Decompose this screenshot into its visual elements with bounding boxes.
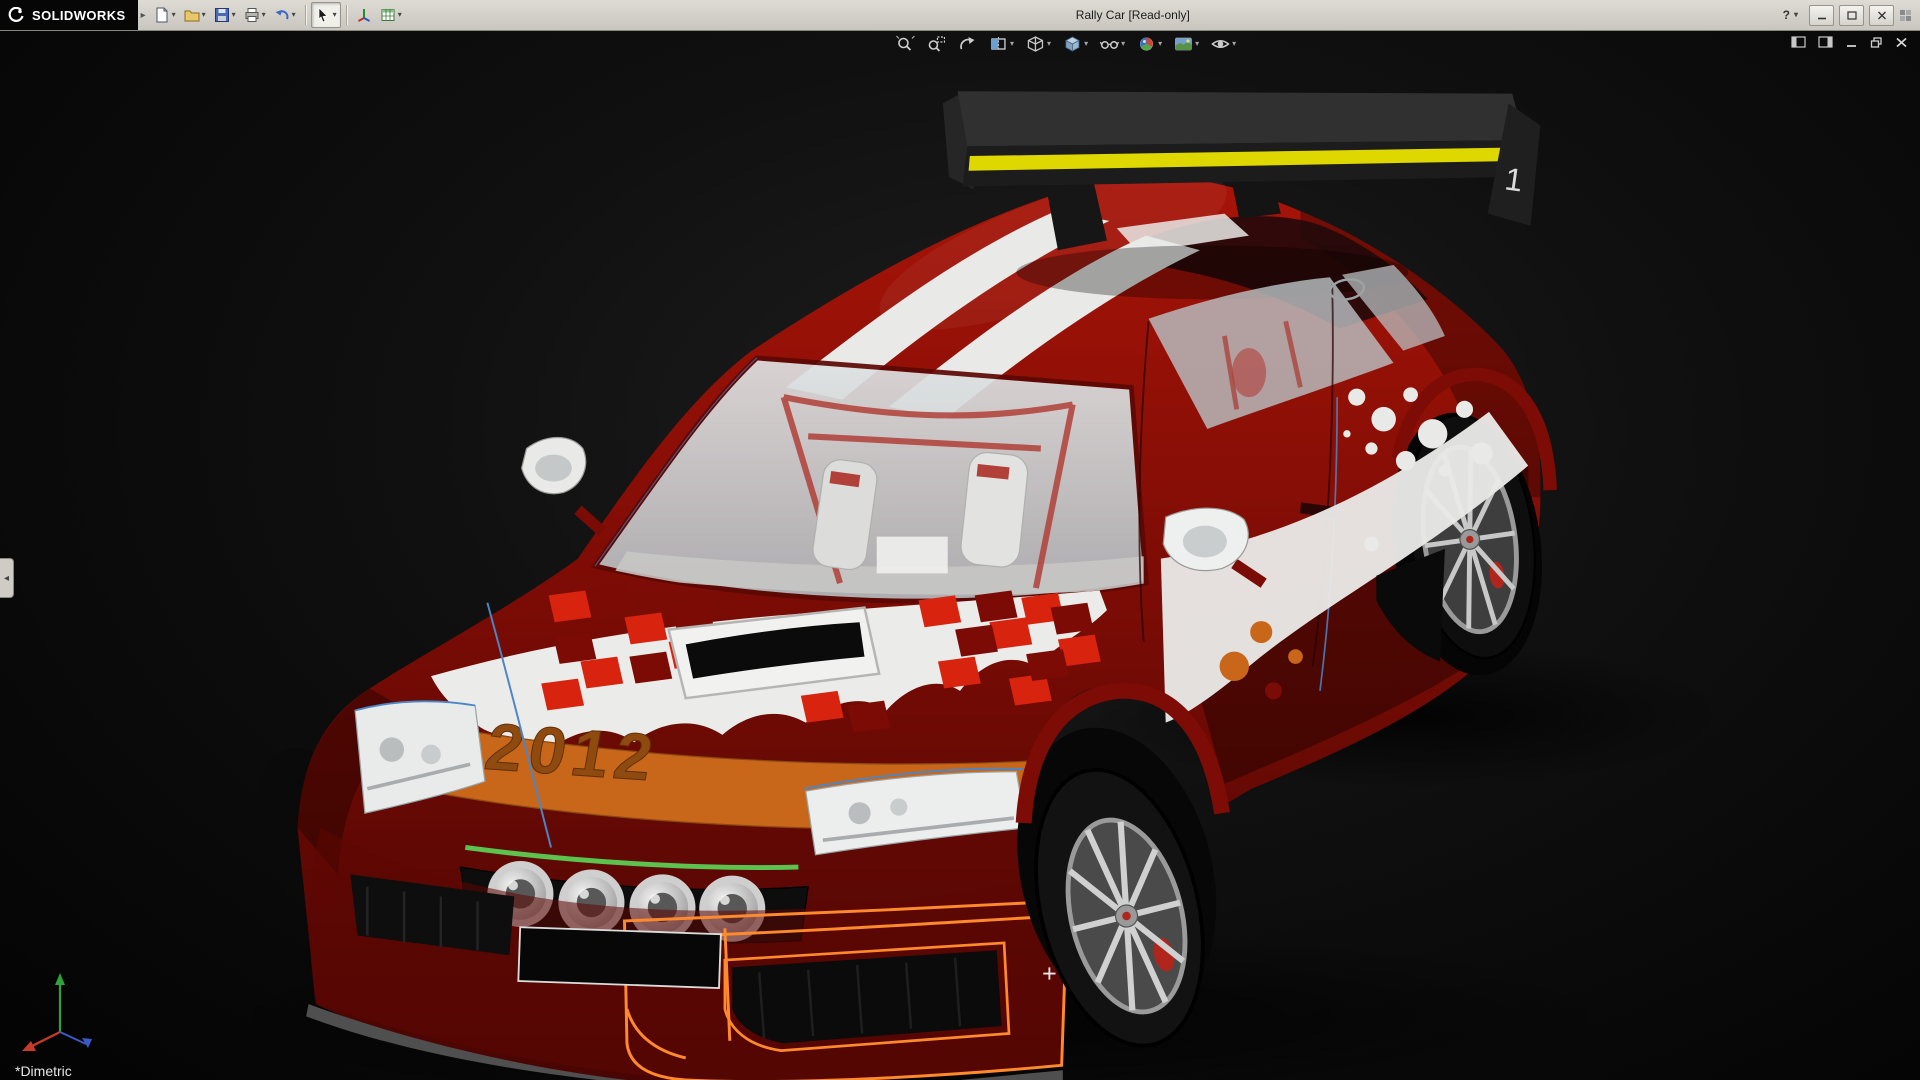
pane-right-icon: [1818, 36, 1833, 48]
zoom-to-fit-icon: [895, 35, 915, 53]
section-view-button[interactable]: ▾: [988, 35, 1014, 53]
zoom-to-area-button[interactable]: [926, 35, 946, 53]
open-button[interactable]: ▾: [180, 2, 210, 28]
dassault-logo-icon: [8, 7, 25, 24]
dropdown-caret[interactable]: ▾: [1232, 40, 1236, 48]
dropdown-caret[interactable]: ▾: [1047, 40, 1051, 48]
close-button[interactable]: [1869, 5, 1894, 26]
pane-left-button[interactable]: [1791, 36, 1806, 48]
standard-toolbar: ▾ ▾ ▾ ▾ ▾: [150, 2, 300, 28]
save-icon: [214, 7, 230, 23]
view-settings-button[interactable]: ▾: [1210, 35, 1236, 53]
view-orientation-icon: [1025, 35, 1045, 53]
minimize-button[interactable]: [1809, 5, 1834, 26]
doc-restore-button[interactable]: [1870, 37, 1883, 48]
reference-axes-icon: [356, 7, 372, 23]
display-style-button[interactable]: ▾: [1062, 35, 1088, 53]
select-cursor-icon: [315, 7, 331, 23]
doc-close-icon: [1895, 37, 1908, 48]
doc-minimize-icon: [1845, 37, 1858, 48]
save-button[interactable]: ▾: [210, 2, 240, 28]
apply-scene-icon: [1173, 35, 1193, 53]
minimize-icon: [1817, 11, 1827, 20]
titlebar: SOLIDWORKS ▸ ▾ ▾ ▾ ▾: [0, 0, 1920, 31]
dropdown-caret[interactable]: ▾: [1794, 11, 1798, 19]
close-icon: [1877, 11, 1887, 20]
select-tool-button[interactable]: ▾: [311, 2, 341, 28]
doc-close-button[interactable]: [1895, 37, 1908, 48]
dropdown-caret[interactable]: ▾: [1010, 40, 1014, 48]
dropdown-caret[interactable]: ▾: [1084, 40, 1088, 48]
rear-wing[interactable]: 1: [943, 91, 1541, 299]
view-orientation-label: *Dimetric: [15, 1063, 72, 1079]
document-window-controls: [1791, 36, 1908, 48]
maximize-icon: [1847, 11, 1857, 20]
zoom-to-area-icon: [926, 35, 946, 53]
hide-show-items-icon: [1099, 35, 1119, 53]
window-title: Rally Car [Read-only]: [1076, 8, 1190, 22]
brand-name: SOLIDWORKS: [32, 8, 126, 23]
left-mirror[interactable]: [522, 438, 603, 532]
undo-icon: [274, 7, 290, 23]
dropdown-caret[interactable]: ▾: [202, 11, 206, 19]
license-plate[interactable]: [518, 927, 721, 988]
reference-axes-button[interactable]: [352, 2, 376, 28]
design-table-button[interactable]: ▾: [376, 2, 406, 28]
doc-minimize-button[interactable]: [1845, 37, 1858, 48]
pane-left-icon: [1791, 36, 1806, 48]
hide-show-items-button[interactable]: ▾: [1099, 35, 1125, 53]
menu-expand-arrow[interactable]: ▸: [141, 10, 146, 21]
solidworks-logo[interactable]: SOLIDWORKS: [0, 0, 138, 30]
view-orientation-button[interactable]: ▾: [1025, 35, 1051, 53]
feature-manager-collapse-tab[interactable]: ◂: [0, 558, 14, 598]
dropdown-caret[interactable]: ▾: [1195, 40, 1199, 48]
dropdown-caret[interactable]: ▾: [232, 11, 236, 19]
3d-viewport-scene[interactable]: 1: [0, 30, 1920, 1080]
design-table-icon: [380, 7, 396, 23]
undo-button[interactable]: ▾: [270, 2, 300, 28]
open-folder-icon: [184, 7, 200, 23]
windshield[interactable]: [595, 358, 1146, 601]
orientation-triad: [14, 968, 106, 1054]
section-view-icon: [988, 35, 1008, 53]
toolbar-separator: [305, 5, 306, 25]
dropdown-caret[interactable]: ▾: [1158, 40, 1162, 48]
help-button[interactable]: ? ▾: [1783, 8, 1798, 22]
previous-view-icon: [957, 35, 977, 53]
window-layout-icon[interactable]: [1899, 9, 1912, 22]
dropdown-caret[interactable]: ▾: [172, 11, 176, 19]
edit-appearance-icon: [1136, 35, 1156, 53]
previous-view-button[interactable]: [957, 35, 977, 53]
help-label: ?: [1783, 8, 1790, 22]
dropdown-caret[interactable]: ▾: [1121, 40, 1125, 48]
print-button[interactable]: ▾: [240, 2, 270, 28]
zoom-to-fit-button[interactable]: [895, 35, 915, 53]
window-controls: ? ▾: [1783, 5, 1920, 26]
new-document-icon: [154, 7, 170, 23]
doc-restore-icon: [1870, 37, 1883, 48]
heads-up-view-toolbar: ▾ ▾ ▾ ▾: [895, 35, 1236, 53]
toolbar-separator: [346, 5, 347, 25]
display-style-icon: [1062, 35, 1082, 53]
apply-scene-button[interactable]: ▾: [1173, 35, 1199, 53]
pane-right-button[interactable]: [1818, 36, 1833, 48]
dropdown-caret[interactable]: ▾: [398, 11, 402, 19]
dropdown-caret[interactable]: ▾: [333, 11, 337, 19]
dropdown-caret[interactable]: ▾: [292, 11, 296, 19]
maximize-button[interactable]: [1839, 5, 1864, 26]
new-document-button[interactable]: ▾: [150, 2, 180, 28]
view-settings-icon: [1210, 35, 1230, 53]
print-icon: [244, 7, 260, 23]
pane-collapse-icon: ◂: [4, 573, 9, 584]
year-decal[interactable]: 2012: [480, 710, 664, 795]
graphics-viewport[interactable]: 1: [0, 30, 1920, 1080]
dropdown-caret[interactable]: ▾: [262, 11, 266, 19]
edit-appearance-button[interactable]: ▾: [1136, 35, 1162, 53]
